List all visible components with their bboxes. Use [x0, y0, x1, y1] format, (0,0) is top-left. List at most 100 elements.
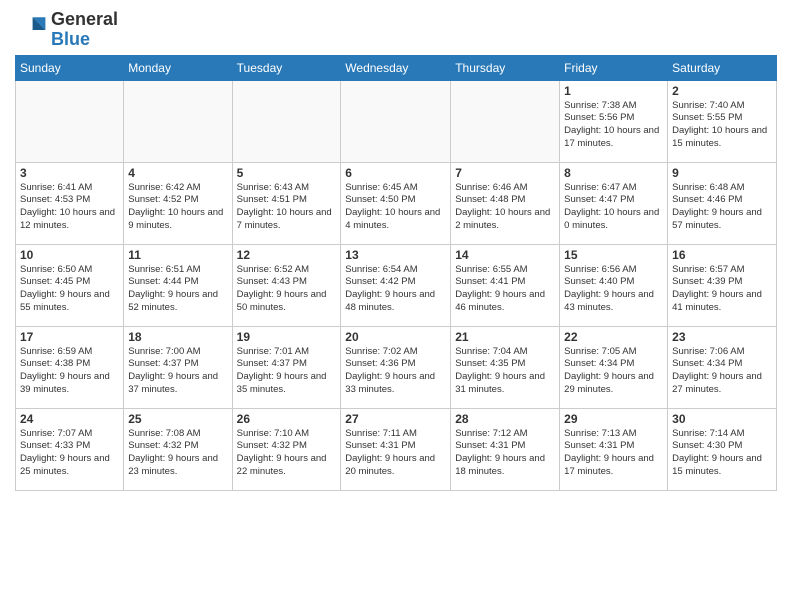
- week-row-1: 1Sunrise: 7:38 AMSunset: 5:56 PMDaylight…: [16, 80, 777, 162]
- day-number: 11: [128, 248, 227, 262]
- day-info: Sunrise: 7:08 AMSunset: 4:32 PMDaylight:…: [128, 428, 227, 479]
- day-cell: 23Sunrise: 7:06 AMSunset: 4:34 PMDayligh…: [668, 326, 777, 408]
- day-cell: 10 Sunrise: 6:50 AMSunset: 4:45 PMDayligh…: [16, 244, 124, 326]
- day-number: 10: [20, 248, 119, 262]
- day-number: 26: [237, 412, 337, 426]
- day-number: 20: [345, 330, 446, 344]
- day-cell: 27 Sunrise: 7:11 AMSunset: 4:31 PMDayligh…: [341, 408, 451, 490]
- day-info: Sunrise: 7:12 AMSunset: 4:31 PMDaylight:…: [455, 428, 555, 479]
- logo-text: General Blue: [51, 10, 118, 50]
- header-tuesday: Tuesday: [232, 55, 341, 80]
- day-cell: 17 Sunrise: 6:59 AMSunset: 4:38 PMDayligh…: [16, 326, 124, 408]
- day-number: 21: [455, 330, 555, 344]
- week-row-4: 17 Sunrise: 6:59 AMSunset: 4:38 PMDayligh…: [16, 326, 777, 408]
- day-number: 8: [564, 166, 663, 180]
- day-number: 4: [128, 166, 227, 180]
- day-number: 12: [237, 248, 337, 262]
- day-cell: 18 Sunrise: 7:00 AMSunset: 4:37 PMDayligh…: [124, 326, 232, 408]
- day-number: 17: [20, 330, 119, 344]
- day-info: Sunrise: 6:57 AMSunset: 4:39 PMDaylight:…: [672, 264, 772, 315]
- day-cell: 20 Sunrise: 7:02 AMSunset: 4:36 PMDayligh…: [341, 326, 451, 408]
- day-number: 18: [128, 330, 227, 344]
- header-friday: Friday: [560, 55, 668, 80]
- day-info: Sunrise: 6:47 AMSunset: 4:47 PMDaylight:…: [564, 182, 663, 233]
- day-number: 15: [564, 248, 663, 262]
- day-info: Sunrise: 7:07 AMSunset: 4:33 PMDaylight:…: [20, 428, 119, 479]
- day-cell: 19Sunrise: 7:01 AMSunset: 4:37 PMDayligh…: [232, 326, 341, 408]
- day-cell: [232, 80, 341, 162]
- day-info: Sunrise: 7:05 AMSunset: 4:34 PMDaylight:…: [564, 346, 663, 397]
- week-row-2: 3 Sunrise: 6:41 AMSunset: 4:53 PMDaylight…: [16, 162, 777, 244]
- day-cell: 4 Sunrise: 6:42 AMSunset: 4:52 PMDaylight…: [124, 162, 232, 244]
- week-row-3: 10 Sunrise: 6:50 AMSunset: 4:45 PMDayligh…: [16, 244, 777, 326]
- day-cell: 29 Sunrise: 7:13 AMSunset: 4:31 PMDayligh…: [560, 408, 668, 490]
- day-info: Sunrise: 6:51 AMSunset: 4:44 PMDaylight:…: [128, 264, 227, 315]
- day-cell: 9Sunrise: 6:48 AMSunset: 4:46 PMDaylight…: [668, 162, 777, 244]
- day-cell: 30 Sunrise: 7:14 AMSunset: 4:30 PMDayligh…: [668, 408, 777, 490]
- header-saturday: Saturday: [668, 55, 777, 80]
- day-cell: 24 Sunrise: 7:07 AMSunset: 4:33 PMDayligh…: [16, 408, 124, 490]
- logo-icon: [15, 14, 47, 46]
- day-info: Sunrise: 6:48 AMSunset: 4:46 PMDaylight:…: [672, 182, 772, 233]
- day-cell: 1Sunrise: 7:38 AMSunset: 5:56 PMDaylight…: [560, 80, 668, 162]
- day-info: Sunrise: 7:10 AMSunset: 4:32 PMDaylight:…: [237, 428, 337, 479]
- day-info: Sunrise: 7:40 AMSunset: 5:55 PMDaylight:…: [672, 100, 772, 151]
- day-info: Sunrise: 6:43 AMSunset: 4:51 PMDaylight:…: [237, 182, 337, 233]
- day-number: 25: [128, 412, 227, 426]
- day-info: Sunrise: 6:42 AMSunset: 4:52 PMDaylight:…: [128, 182, 227, 233]
- day-info: Sunrise: 6:59 AMSunset: 4:38 PMDaylight:…: [20, 346, 119, 397]
- header: General Blue: [15, 10, 777, 50]
- day-info: Sunrise: 7:38 AMSunset: 5:56 PMDaylight:…: [564, 100, 663, 151]
- day-info: Sunrise: 6:45 AMSunset: 4:50 PMDaylight:…: [345, 182, 446, 233]
- day-number: 7: [455, 166, 555, 180]
- header-thursday: Thursday: [451, 55, 560, 80]
- day-info: Sunrise: 7:14 AMSunset: 4:30 PMDaylight:…: [672, 428, 772, 479]
- day-number: 16: [672, 248, 772, 262]
- header-sunday: Sunday: [16, 55, 124, 80]
- day-info: Sunrise: 6:41 AMSunset: 4:53 PMDaylight:…: [20, 182, 119, 233]
- day-number: 22: [564, 330, 663, 344]
- day-info: Sunrise: 6:55 AMSunset: 4:41 PMDaylight:…: [455, 264, 555, 315]
- day-info: Sunrise: 7:11 AMSunset: 4:31 PMDaylight:…: [345, 428, 446, 479]
- day-cell: 21Sunrise: 7:04 AMSunset: 4:35 PMDayligh…: [451, 326, 560, 408]
- day-cell: 5 Sunrise: 6:43 AMSunset: 4:51 PMDaylight…: [232, 162, 341, 244]
- day-cell: [451, 80, 560, 162]
- day-number: 29: [564, 412, 663, 426]
- day-info: Sunrise: 6:52 AMSunset: 4:43 PMDaylight:…: [237, 264, 337, 315]
- day-cell: [124, 80, 232, 162]
- day-cell: 14 Sunrise: 6:55 AMSunset: 4:41 PMDayligh…: [451, 244, 560, 326]
- page-container: General Blue SundayMondayTuesdayWednesda…: [0, 0, 792, 496]
- day-cell: 12 Sunrise: 6:52 AMSunset: 4:43 PMDayligh…: [232, 244, 341, 326]
- day-number: 28: [455, 412, 555, 426]
- day-number: 5: [237, 166, 337, 180]
- day-cell: 2Sunrise: 7:40 AMSunset: 5:55 PMDaylight…: [668, 80, 777, 162]
- day-number: 3: [20, 166, 119, 180]
- day-number: 14: [455, 248, 555, 262]
- day-cell: 26 Sunrise: 7:10 AMSunset: 4:32 PMDayligh…: [232, 408, 341, 490]
- day-cell: 22 Sunrise: 7:05 AMSunset: 4:34 PMDayligh…: [560, 326, 668, 408]
- day-number: 27: [345, 412, 446, 426]
- day-info: Sunrise: 7:06 AMSunset: 4:34 PMDaylight:…: [672, 346, 772, 397]
- day-info: Sunrise: 6:56 AMSunset: 4:40 PMDaylight:…: [564, 264, 663, 315]
- day-number: 13: [345, 248, 446, 262]
- day-cell: 15 Sunrise: 6:56 AMSunset: 4:40 PMDayligh…: [560, 244, 668, 326]
- day-info: Sunrise: 7:00 AMSunset: 4:37 PMDaylight:…: [128, 346, 227, 397]
- day-cell: [16, 80, 124, 162]
- day-number: 19: [237, 330, 337, 344]
- day-info: Sunrise: 6:50 AMSunset: 4:45 PMDaylight:…: [20, 264, 119, 315]
- calendar: SundayMondayTuesdayWednesdayThursdayFrid…: [15, 55, 777, 491]
- day-number: 24: [20, 412, 119, 426]
- header-wednesday: Wednesday: [341, 55, 451, 80]
- day-cell: 8 Sunrise: 6:47 AMSunset: 4:47 PMDaylight…: [560, 162, 668, 244]
- day-cell: 16 Sunrise: 6:57 AMSunset: 4:39 PMDayligh…: [668, 244, 777, 326]
- day-info: Sunrise: 6:54 AMSunset: 4:42 PMDaylight:…: [345, 264, 446, 315]
- day-cell: 25 Sunrise: 7:08 AMSunset: 4:32 PMDayligh…: [124, 408, 232, 490]
- day-info: Sunrise: 7:02 AMSunset: 4:36 PMDaylight:…: [345, 346, 446, 397]
- day-cell: [341, 80, 451, 162]
- day-info: Sunrise: 7:13 AMSunset: 4:31 PMDaylight:…: [564, 428, 663, 479]
- calendar-header-row: SundayMondayTuesdayWednesdayThursdayFrid…: [16, 55, 777, 80]
- day-cell: 3 Sunrise: 6:41 AMSunset: 4:53 PMDaylight…: [16, 162, 124, 244]
- day-number: 30: [672, 412, 772, 426]
- day-cell: 13 Sunrise: 6:54 AMSunset: 4:42 PMDayligh…: [341, 244, 451, 326]
- day-cell: 28 Sunrise: 7:12 AMSunset: 4:31 PMDayligh…: [451, 408, 560, 490]
